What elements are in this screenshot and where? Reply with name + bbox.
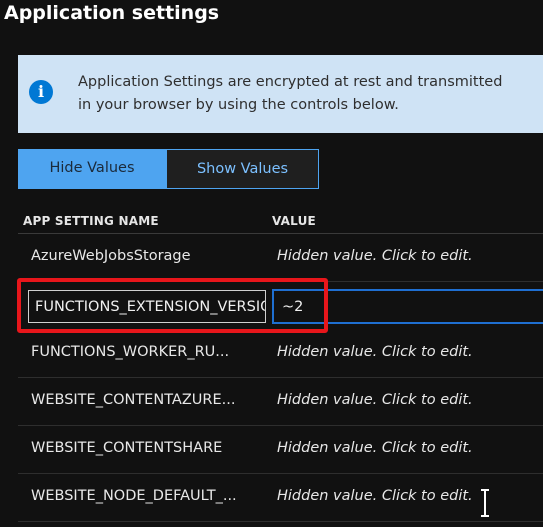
text-cursor-icon: [481, 489, 489, 517]
table-row[interactable]: WEBSITE_CONTENTAZURE... Hidden value. Cl…: [18, 378, 543, 426]
values-visibility-toggle: Hide Values Show Values: [18, 149, 319, 189]
setting-name: AzureWebJobsStorage: [31, 248, 191, 264]
setting-name: FUNCTIONS_WORKER_RU...: [31, 344, 230, 360]
setting-value[interactable]: Hidden value. Click to edit.: [277, 440, 473, 456]
info-icon: i: [29, 80, 53, 104]
table-row[interactable]: WEBSITE_NODE_DEFAULT_... Hidden value. C…: [18, 474, 543, 522]
setting-value[interactable]: Hidden value. Click to edit.: [277, 344, 473, 360]
setting-name: WEBSITE_NODE_DEFAULT_...: [31, 488, 237, 504]
setting-name: WEBSITE_CONTENTAZURE...: [31, 392, 236, 408]
table-row[interactable]: FUNCTIONS_WORKER_RU... Hidden value. Cli…: [18, 330, 543, 378]
setting-value[interactable]: Hidden value. Click to edit.: [277, 248, 473, 264]
setting-value[interactable]: Hidden value. Click to edit.: [277, 392, 473, 408]
hide-values-button[interactable]: Hide Values: [18, 149, 166, 189]
table-row[interactable]: AzureWebJobsStorage Hidden value. Click …: [18, 234, 543, 282]
table-row[interactable]: WEBSITE_CONTENTSHARE Hidden value. Click…: [18, 426, 543, 474]
column-header-name: APP SETTING NAME: [23, 214, 159, 228]
setting-name-input[interactable]: [28, 290, 266, 323]
show-values-button[interactable]: Show Values: [166, 149, 319, 189]
page-title: Application settings: [4, 2, 220, 24]
info-banner: i Application Settings are encrypted at …: [18, 55, 543, 133]
column-header-value: VALUE: [272, 214, 316, 228]
setting-value[interactable]: Hidden value. Click to edit.: [277, 488, 473, 504]
setting-value-input[interactable]: [272, 289, 543, 324]
setting-name: WEBSITE_CONTENTSHARE: [31, 440, 223, 456]
info-text: Application Settings are encrypted at re…: [78, 74, 503, 113]
